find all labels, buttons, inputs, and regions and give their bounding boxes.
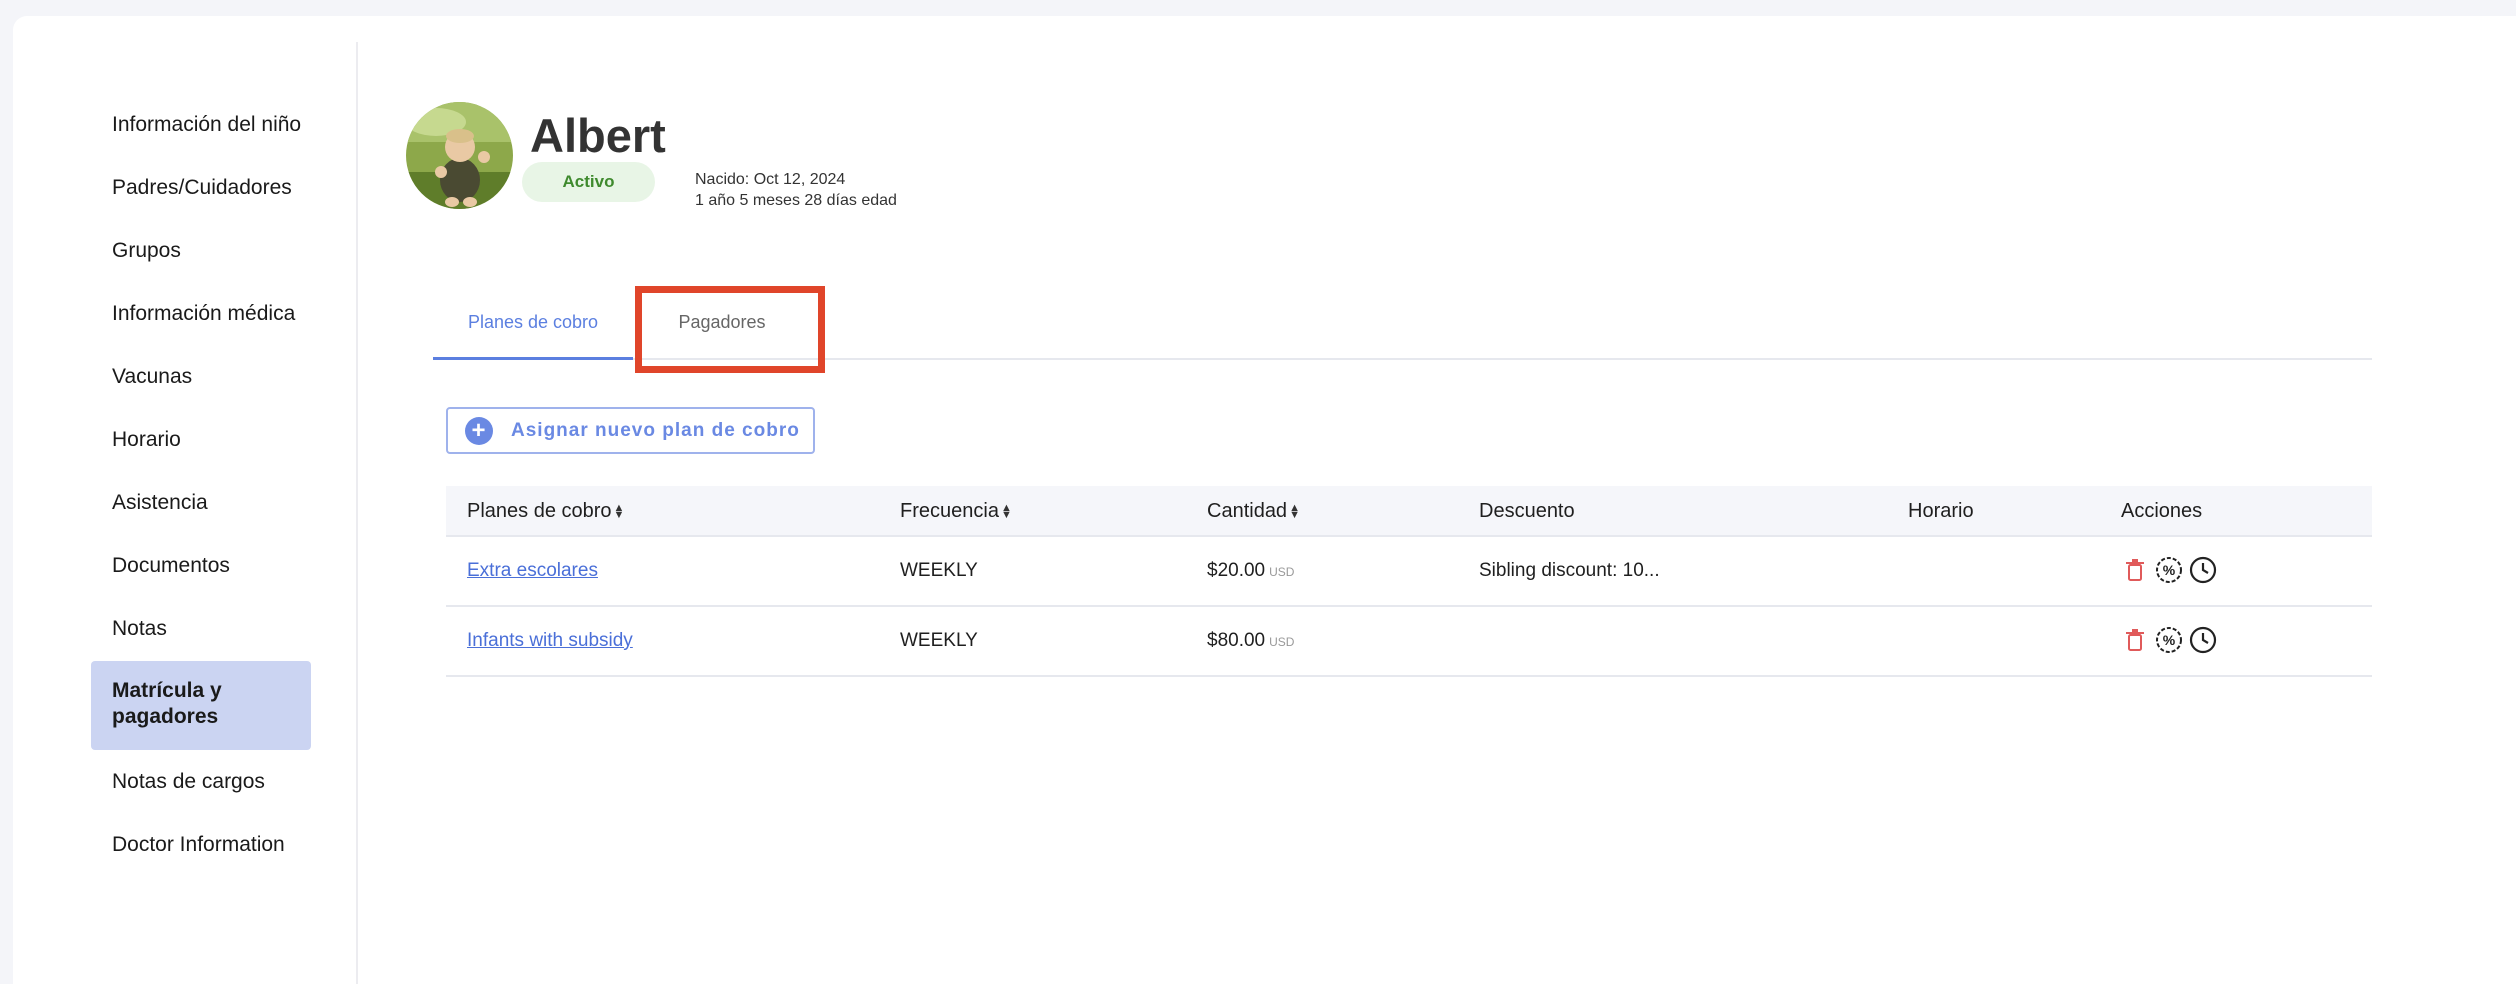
plus-icon: +	[465, 416, 493, 445]
header-plan-label: Planes de cobro	[467, 500, 612, 522]
header-schedule: Horario	[1908, 500, 1974, 522]
sidebar-item-schedule[interactable]: Horario	[91, 427, 311, 453]
birth-info: Nacido: Oct 12, 2024 1 año 5 meses 28 dí…	[695, 169, 897, 211]
sidebar-item-parents[interactable]: Padres/Cuidadores	[91, 175, 311, 201]
currency-label: USD	[1269, 565, 1295, 579]
plan-link[interactable]: Infants with subsidy	[467, 607, 633, 675]
sidebar: Información del niño Padres/Cuidadores G…	[13, 42, 358, 984]
header-actions: Acciones	[2121, 500, 2203, 522]
status-badge: Activo	[522, 162, 655, 202]
sidebar-item-notes[interactable]: Notas	[91, 616, 311, 642]
child-name: Albert	[530, 109, 666, 162]
sidebar-item-medical[interactable]: Información médica	[91, 301, 311, 327]
svg-text:%: %	[2163, 562, 2176, 578]
trash-icon[interactable]	[2121, 626, 2149, 654]
sidebar-item-doctor-info[interactable]: Doctor Information	[91, 832, 311, 858]
sort-icon: ▲ ▼	[1000, 501, 1012, 521]
birth-date: Nacido: Oct 12, 2024	[695, 171, 846, 188]
assign-plan-label: Asignar nuevo plan de cobro	[511, 419, 800, 441]
sidebar-item-vaccines[interactable]: Vacunas	[91, 364, 311, 390]
header-frequency[interactable]: Frecuencia ▲ ▼	[900, 486, 1012, 537]
row-actions: %	[2121, 626, 2217, 654]
sidebar-item-attendance[interactable]: Asistencia	[91, 490, 311, 516]
amount-value: $20.00	[1207, 560, 1266, 581]
percent-icon[interactable]: %	[2155, 626, 2183, 654]
discount-cell: Sibling discount: 10...	[1479, 560, 1660, 581]
table-row: Extra escolares WEEKLY $20.00 USD Sibling…	[446, 537, 2372, 607]
tab-billing-plans[interactable]: Planes de cobro	[433, 284, 633, 360]
sidebar-item-groups[interactable]: Grupos	[91, 238, 311, 264]
sidebar-item-child-info[interactable]: Información del niño	[91, 112, 311, 138]
assign-plan-button[interactable]: + Asignar nuevo plan de cobro	[446, 407, 815, 454]
plan-link[interactable]: Extra escolares	[467, 537, 598, 605]
tab-payers[interactable]: Pagadores	[633, 284, 811, 360]
amount-value: $80.00	[1207, 630, 1266, 651]
clock-icon[interactable]	[2189, 626, 2217, 654]
header-amount-label: Cantidad	[1207, 500, 1288, 522]
amount-cell: $80.00 USD	[1207, 607, 1294, 676]
sidebar-item-enrollment-payers[interactable]: Matrícula y pagadores	[91, 661, 311, 750]
header-amount[interactable]: Cantidad ▲ ▼	[1207, 486, 1300, 537]
frequency-cell: WEEKLY	[900, 630, 978, 651]
row-actions: %	[2121, 556, 2217, 584]
table-row: Infants with subsidy WEEKLY $80.00 USD %	[446, 607, 2372, 677]
sort-icon: ▲ ▼	[1289, 501, 1300, 521]
tab-bar: Planes de cobro Pagadores	[433, 284, 2372, 360]
trash-icon[interactable]	[2121, 556, 2149, 584]
header-discount: Descuento	[1479, 500, 1575, 522]
avatar	[406, 102, 513, 209]
main-card: Información del niño Padres/Cuidadores G…	[13, 16, 2516, 984]
header-frequency-label: Frecuencia	[900, 500, 999, 522]
sidebar-item-charge-notes[interactable]: Notas de cargos	[91, 769, 311, 795]
frequency-cell: WEEKLY	[900, 560, 978, 581]
amount-cell: $20.00 USD	[1207, 537, 1294, 606]
currency-label: USD	[1269, 635, 1295, 649]
header-plan[interactable]: Planes de cobro ▲ ▼	[467, 486, 624, 537]
clock-icon[interactable]	[2189, 556, 2217, 584]
table-header: Planes de cobro ▲ ▼ Frecuencia ▲ ▼ Cantidad ▲…	[446, 486, 2372, 537]
sidebar-item-documents[interactable]: Documentos	[91, 553, 311, 579]
age: 1 año 5 meses 28 días edad	[695, 192, 897, 209]
svg-text:%: %	[2163, 632, 2176, 648]
billing-plans-table: Planes de cobro ▲ ▼ Frecuencia ▲ ▼ Cantidad ▲…	[446, 486, 2372, 677]
sort-icon: ▲ ▼	[613, 501, 625, 521]
percent-icon[interactable]: %	[2155, 556, 2183, 584]
